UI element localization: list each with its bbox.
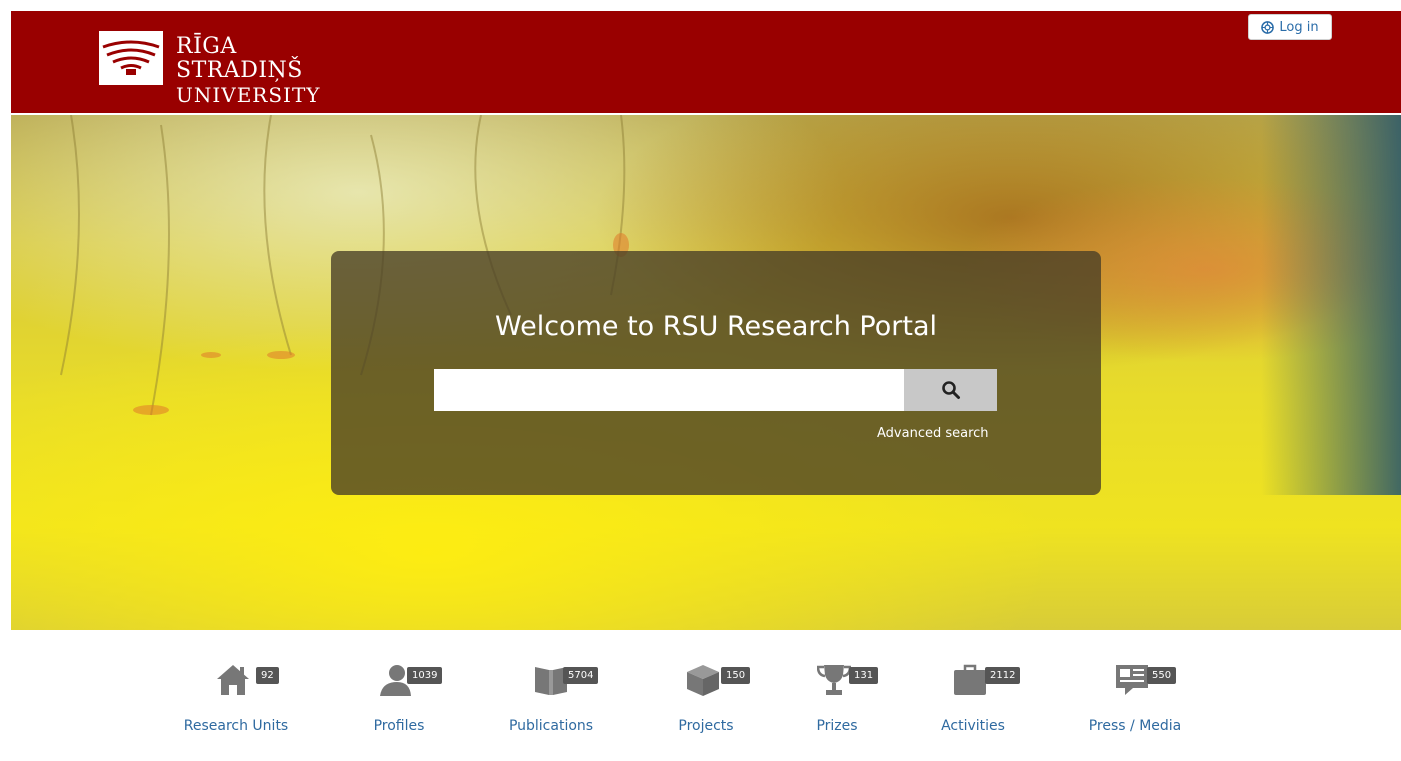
research-units-count: 92 [256,667,279,684]
search-button[interactable] [904,369,997,411]
login-label: Log in [1279,19,1319,35]
activities-count: 2112 [985,667,1021,684]
nav-item-publications[interactable]: 5704 Publications [486,658,616,738]
university-name-line1: RĪGA STRADIŅŠ [176,34,303,83]
house-icon [217,665,249,695]
nav-icon-wrap: 131 [772,658,902,698]
trophy-icon [817,665,851,695]
nav-label-press-media: Press / Media [1088,718,1182,734]
university-logo[interactable]: RĪGA STRADIŅŠ UNIVERSITY [99,29,359,107]
search-panel: Welcome to RSU Research Portal Advanced … [331,251,1101,495]
nav-label-publications: Publications [508,718,594,734]
nav-item-activities[interactable]: 2112 Activities [908,658,1038,738]
press-media-count: 550 [1147,667,1177,684]
advanced-search-link[interactable]: Advanced search [877,426,989,441]
nav-icon-wrap: 92 [171,658,301,698]
nav-icon-wrap: 150 [641,658,771,698]
nav-icon-wrap: 1039 [334,658,464,698]
newspaper-icon [1116,665,1148,695]
hero-banner: Welcome to RSU Research Portal Advanced … [11,115,1401,630]
search-input[interactable] [434,369,904,411]
welcome-title: Welcome to RSU Research Portal [494,311,938,342]
site-header: RĪGA STRADIŅŠ UNIVERSITY Log in [11,11,1401,113]
university-logo-mark [99,31,163,85]
nav-icon-wrap: 5704 [486,658,616,698]
projects-count: 150 [721,667,751,684]
search-bar [434,369,997,411]
nav-item-press-media[interactable]: 550 Press / Media [1070,658,1200,738]
nav-label-profiles: Profiles [373,718,425,734]
university-name-line2: UNIVERSITY [176,83,321,107]
nav-item-profiles[interactable]: 1039 Profiles [334,658,464,738]
nav-label-activities: Activities [941,718,1005,734]
search-icon [941,381,960,399]
publications-count: 5704 [563,667,599,684]
login-button[interactable]: Log in [1248,14,1332,40]
nav-icon-wrap: 550 [1070,658,1200,698]
nav-item-research-units[interactable]: 92 Research Units [171,658,301,738]
nav-icon-wrap: 2112 [908,658,1038,698]
nav-label-prizes: Prizes [816,718,858,734]
university-name: RĪGA STRADIŅŠ UNIVERSITY [176,34,359,108]
nav-item-projects[interactable]: 150 Projects [641,658,771,738]
content-type-nav: 92 Research Units 1039 Profiles 5704 Pub… [0,630,1401,761]
briefcase-icon [954,664,986,695]
lifebuoy-icon [1261,20,1275,34]
prizes-count: 131 [849,667,879,684]
profiles-count: 1039 [407,667,443,684]
nav-label-projects: Projects [678,718,734,734]
box-icon [687,665,719,696]
nav-item-prizes[interactable]: 131 Prizes [772,658,902,738]
nav-label-research-units: Research Units [183,718,289,734]
